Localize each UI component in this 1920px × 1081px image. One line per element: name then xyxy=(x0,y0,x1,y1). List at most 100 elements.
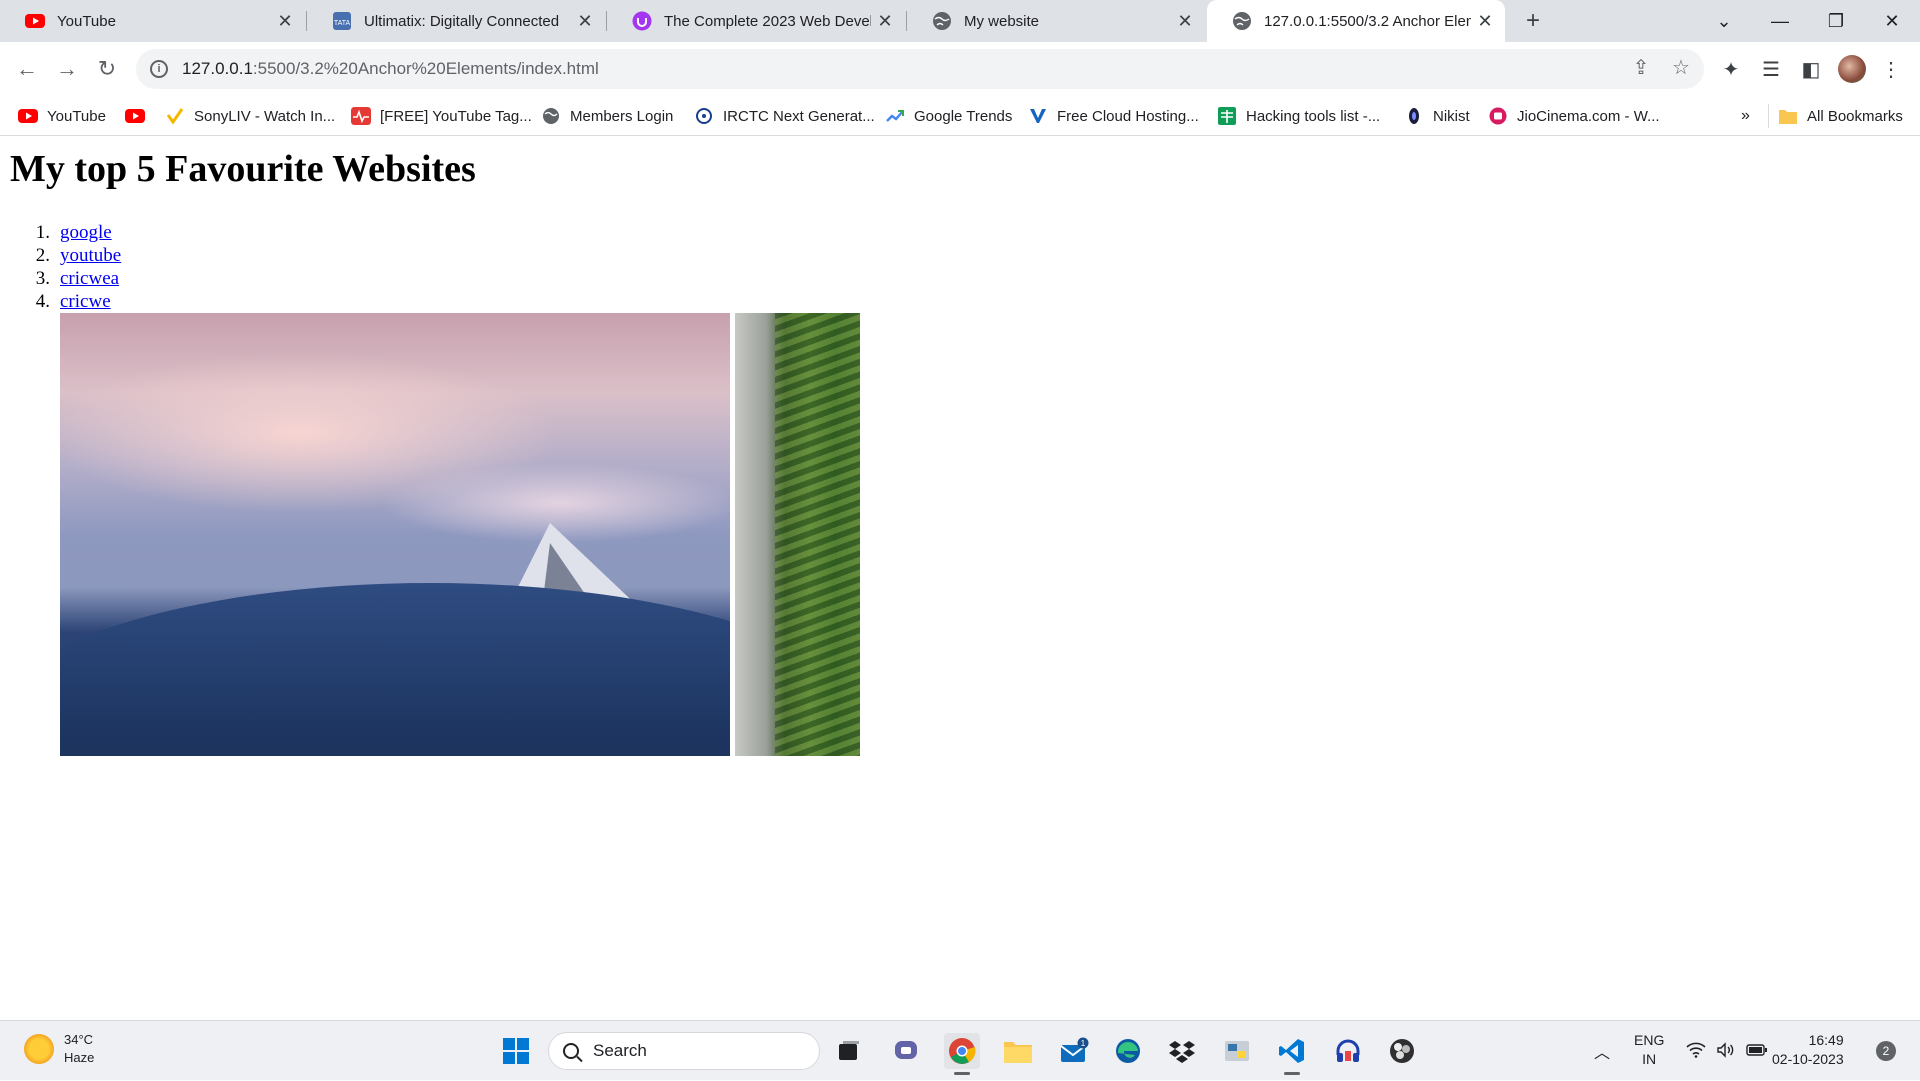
edge-icon xyxy=(1116,1039,1140,1063)
share-icon[interactable]: ⇪ xyxy=(1626,52,1656,82)
tab-title: My website xyxy=(964,12,1040,30)
tab-ultimatix[interactable]: TATA Ultimatix: Digitally Connected ✕ xyxy=(307,0,605,42)
tab-youtube[interactable]: YouTube ✕ xyxy=(0,0,305,42)
pulse-icon xyxy=(351,107,371,125)
bookmark-item[interactable]: SonyLIV - Watch In... xyxy=(165,104,335,128)
dropbox-button[interactable] xyxy=(1164,1033,1200,1069)
mail-button[interactable]: 1 xyxy=(1056,1033,1092,1069)
edge-button[interactable] xyxy=(1110,1033,1146,1069)
side-panel-icon[interactable]: ◧ xyxy=(1796,54,1826,84)
bookmarks-divider xyxy=(1768,104,1769,128)
volume-icon xyxy=(1716,1041,1736,1061)
address-host: 127.0.0.1 xyxy=(182,59,253,78)
sheets-icon xyxy=(1218,107,1236,125)
tab-search-icon[interactable]: ⌄ xyxy=(1696,0,1752,42)
bookmarks-overflow-icon[interactable]: » xyxy=(1741,104,1750,128)
taskbar-search[interactable]: Search xyxy=(548,1032,820,1070)
bookmark-item[interactable]: YouTube xyxy=(18,104,106,128)
jiocinema-icon xyxy=(1489,107,1507,125)
close-window-icon[interactable]: ✕ xyxy=(1864,0,1920,42)
obs-icon xyxy=(1390,1039,1414,1063)
tab-udemy[interactable]: The Complete 2023 Web Develop ✕ xyxy=(607,0,905,42)
link-cricwe[interactable]: cricwe xyxy=(60,291,111,312)
media-queue-icon[interactable]: ☰ xyxy=(1756,54,1786,84)
bookmark-label: Hacking tools list -... xyxy=(1246,107,1381,125)
bookmark-item[interactable]: Members Login xyxy=(541,104,673,128)
menu-icon[interactable]: ⋮ xyxy=(1876,54,1906,84)
udemy-icon xyxy=(632,11,652,31)
windows-taskbar: 34°C Haze Search 1 ︿ ENG IN 16:49 02-10-… xyxy=(0,1020,1920,1080)
file-explorer-button[interactable] xyxy=(1000,1033,1036,1069)
bookmark-item[interactable]: Nikist xyxy=(1404,104,1470,128)
chrome-taskbar-button[interactable] xyxy=(944,1033,980,1075)
bookmark-star-icon[interactable]: ☆ xyxy=(1666,52,1696,82)
tab-title: Ultimatix: Digitally Connected xyxy=(364,12,560,30)
tab-my-website[interactable]: My website ✕ xyxy=(907,0,1205,42)
start-button[interactable] xyxy=(498,1033,534,1069)
obs-button[interactable] xyxy=(1384,1033,1420,1069)
bookmark-item[interactable]: IRCTC Next Generat... xyxy=(694,104,875,128)
notification-badge[interactable]: 2 xyxy=(1876,1041,1896,1061)
close-icon[interactable]: ✕ xyxy=(1471,7,1499,35)
page-content: My top 5 Favourite Websites 1. google 2. y… xyxy=(0,137,1920,1020)
tab-anchor-elements[interactable]: 127.0.0.1:5500/3.2 Anchor Eleme ✕ xyxy=(1207,0,1505,42)
address-bar[interactable]: i 127.0.0.1:5500/3.2%20Anchor%20Elements… xyxy=(136,49,1704,89)
bookmark-item[interactable]: Hacking tools list -... xyxy=(1217,104,1380,128)
all-bookmarks-button[interactable]: All Bookmarks xyxy=(1778,104,1903,128)
tab-strip: YouTube ✕ TATA Ultimatix: Digitally Conn… xyxy=(0,0,1920,42)
youtube-icon xyxy=(125,109,145,123)
audacity-button[interactable] xyxy=(1330,1033,1366,1069)
tata-icon: TATA xyxy=(333,12,351,30)
chrome-icon xyxy=(949,1038,976,1064)
bookmark-item[interactable]: JioCinema.com - W... xyxy=(1488,104,1660,128)
close-icon[interactable]: ✕ xyxy=(871,7,899,35)
bookmark-item[interactable]: Free Cloud Hosting... xyxy=(1028,104,1199,128)
tray-overflow-icon[interactable]: ︿ xyxy=(1584,1033,1620,1069)
list-item: 2. youtube xyxy=(10,244,121,267)
language-indicator[interactable]: ENG IN xyxy=(1634,1031,1664,1069)
bookmark-item[interactable]: Google Trends xyxy=(885,104,1012,128)
site-info-icon[interactable]: i xyxy=(150,60,168,78)
vscode-button[interactable] xyxy=(1274,1033,1310,1075)
minimize-icon[interactable]: — xyxy=(1752,0,1808,42)
page-title: My top 5 Favourite Websites xyxy=(10,148,476,190)
bookmark-label: [FREE] YouTube Tag... xyxy=(380,107,532,125)
browser-toolbar: ← → ↻ i 127.0.0.1:5500/3.2%20Anchor%20El… xyxy=(0,42,1920,96)
close-icon[interactable]: ✕ xyxy=(271,7,299,35)
close-icon[interactable]: ✕ xyxy=(571,7,599,35)
reload-icon[interactable]: ↻ xyxy=(92,54,122,84)
vscode-icon xyxy=(1279,1039,1304,1063)
bookmark-item[interactable] xyxy=(125,104,154,128)
svg-text:TATA: TATA xyxy=(334,20,351,27)
forward-icon[interactable]: → xyxy=(52,54,82,84)
address-path: :5500/3.2%20Anchor%20Elements/index.html xyxy=(252,59,599,78)
youtube-icon xyxy=(25,14,45,28)
back-icon[interactable]: ← xyxy=(12,54,42,84)
mountain-image xyxy=(60,313,730,756)
system-tray[interactable] xyxy=(1686,1021,1768,1081)
globe-icon xyxy=(933,12,951,30)
profile-avatar[interactable] xyxy=(1838,55,1866,83)
python-ide-button[interactable] xyxy=(1219,1033,1255,1069)
tab-title: The Complete 2023 Web Develop xyxy=(664,12,871,30)
headphones-icon xyxy=(1336,1039,1360,1062)
link-youtube[interactable]: youtube xyxy=(60,245,121,266)
bookmark-label: IRCTC Next Generat... xyxy=(723,107,875,125)
teams-chat-button[interactable] xyxy=(888,1033,924,1069)
globe-icon xyxy=(543,108,559,124)
wifi-icon xyxy=(1686,1042,1706,1061)
bookmark-item[interactable]: [FREE] YouTube Tag... xyxy=(351,104,532,128)
weather-widget[interactable]: 34°C Haze xyxy=(24,1031,94,1067)
tab-title: YouTube xyxy=(57,12,116,30)
link-google[interactable]: google xyxy=(60,222,112,243)
close-icon[interactable]: ✕ xyxy=(1171,7,1199,35)
task-view-button[interactable] xyxy=(831,1033,867,1069)
extensions-icon[interactable]: ✦ xyxy=(1716,54,1746,84)
link-cricwea[interactable]: cricwea xyxy=(60,268,119,289)
new-tab-button[interactable]: + xyxy=(1518,6,1548,36)
window-controls: ⌄ — ❐ ✕ xyxy=(1696,0,1920,42)
bookmarks-bar: YouTube SonyLIV - Watch In... [FREE] You… xyxy=(0,96,1920,136)
bookmark-label: YouTube xyxy=(47,107,106,125)
restore-icon[interactable]: ❐ xyxy=(1808,0,1864,42)
system-clock[interactable]: 16:49 02-10-2023 xyxy=(1772,1031,1844,1069)
